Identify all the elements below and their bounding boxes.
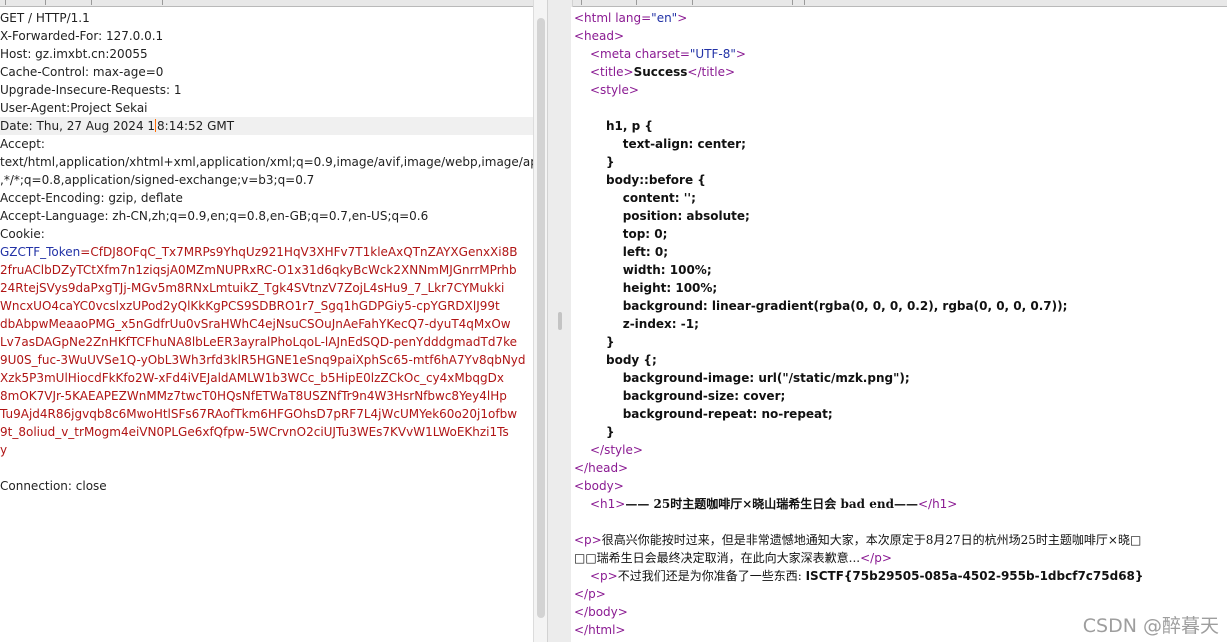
response-tab[interactable]	[581, 0, 637, 5]
cookie-value-line: 24RtejSVys9daPxgTJj-MGv5m8RNxLmtuikZ_Tgk…	[0, 281, 505, 295]
code-line: <body>	[574, 479, 624, 493]
css-line: body::before {	[606, 173, 706, 187]
code-line: </head>	[574, 461, 629, 475]
date-header-line: Date: Thu, 27 Aug 2024 1 8:14:52 GMT	[0, 117, 533, 135]
pane-splitter[interactable]	[547, 0, 573, 642]
code-line: □□瑞希生日会最终决定取消，在此向大家深表歉意...</p>	[574, 551, 892, 565]
cookie-value-line: dbAbpwMeaaoPMG_x5nGdfrUu0vSraHWhC4ejNsuC…	[0, 317, 511, 331]
request-tab[interactable]	[91, 0, 163, 5]
request-line: GET / HTTP/1.1	[0, 11, 90, 25]
cookie-value-line: Lv7asDAGpNe2ZnHKfTCFhuNA8lbLeER3ayralPho…	[0, 335, 517, 349]
paragraph-text: 很高兴你能按时过来，但是非常遗憾地通知大家，本次原定于8月27日的杭州场25时主…	[601, 533, 1142, 547]
accept-value-line: text/html,application/xhtml+xml,applicat…	[0, 155, 533, 169]
accept-language-line: Accept-Language: zh-CN,zh;q=0.9,en;q=0.8…	[0, 209, 429, 223]
header-line: Cache-Control: max-age=0	[0, 65, 164, 79]
code-line: </html>	[574, 623, 626, 637]
request-tab[interactable]	[5, 0, 46, 5]
cookie-value-line: 9t_8oliud_v_trMogm4eiVN0PLGe6xfQfpw-5WCr…	[0, 425, 509, 439]
css-line: }	[606, 425, 615, 439]
splitter-grip-icon[interactable]	[558, 312, 562, 330]
css-line: background: linear-gradient(rgba(0, 0, 0…	[606, 299, 1068, 313]
connection-line: Connection: close	[0, 479, 107, 493]
css-line: }	[606, 155, 615, 169]
flag-text: ISCTF{75b29505-085a-4502-955b-1dbcf7c75d…	[805, 569, 1144, 583]
scrollbar-thumb[interactable]	[537, 18, 545, 618]
css-line: background-image: url("/static/mzk.png")…	[606, 371, 910, 385]
request-editor[interactable]: GET / HTTP/1.1 X-Forwarded-For: 127.0.0.…	[0, 7, 533, 642]
date-text-before: Date: Thu, 27 Aug 2024 1	[0, 119, 156, 133]
code-line: <title>Success</title>	[590, 65, 736, 79]
paragraph-text: 不过我们还是为你准备了一些东西:	[617, 569, 806, 583]
code-line: </body>	[574, 605, 628, 619]
cookie-label: Cookie:	[0, 227, 45, 241]
cookie-value-line: WncxUO4caYC0vcslxzUPod2yQlKkKgPCS9SDBRO1…	[0, 299, 500, 313]
cookie-name: GZCTF_Token	[0, 245, 81, 259]
css-line: position: absolute;	[606, 209, 750, 223]
cookie-token-line: GZCTF_Token=CfDJ8OFqC_Tx7MRPs9YhqUz921Hq…	[0, 243, 517, 261]
accept-value-line: ,*/*;q=0.8,application/signed-exchange;v…	[0, 173, 315, 187]
cookie-value-line: 8mOK7VJr-5KAEAPEZWnMMz7twcT0HQsNfETWaT8U…	[0, 389, 507, 403]
h1-text: —— 25时主题咖啡厅×晓山瑞希生日会 bad end——	[625, 497, 918, 511]
response-viewer[interactable]: <html lang="en"> <head> <meta charset="U…	[571, 7, 1227, 642]
header-line: Host: gz.imxbt.cn:20055	[0, 47, 148, 61]
code-line: <html lang="en">	[574, 11, 688, 25]
css-line: height: 100%;	[606, 281, 718, 295]
cookie-value-line: Tu9Ajd4R86jgvqb8c6MwoHtlSFs67RAofTkm6HFG…	[0, 407, 518, 421]
css-line: h1, p {	[606, 119, 653, 133]
csdn-watermark: CSDN @醉暮天	[1082, 615, 1219, 637]
css-line: z-index: -1;	[606, 317, 699, 331]
text-caret	[155, 119, 157, 132]
code-line: </style>	[590, 443, 643, 457]
css-line: width: 100%;	[606, 263, 712, 277]
response-tab[interactable]	[636, 0, 693, 5]
header-line: User-Agent:Project Sekai	[0, 101, 148, 115]
css-line: body {;	[606, 353, 657, 367]
css-line: }	[606, 335, 615, 349]
code-line: <p>不过我们还是为你准备了一些东西: ISCTF{75b29505-085a-…	[590, 569, 1144, 583]
code-line: <head>	[574, 29, 625, 43]
code-line: </p>	[574, 587, 606, 601]
accept-label: Accept:	[0, 137, 45, 151]
code-line: <meta charset="UTF-8">	[590, 47, 746, 61]
paragraph-text: □□瑞希生日会最终决定取消，在此向大家深表歉意...	[574, 551, 861, 565]
header-line: Upgrade-Insecure-Requests: 1	[0, 83, 182, 97]
cookie-value-line: 2fruAClbDZyTCtXfm7n1ziqsjA0MZmNUPRxRC-O1…	[0, 263, 517, 277]
response-tab[interactable]	[792, 0, 805, 5]
response-tab-strip	[571, 0, 1227, 7]
code-line: <style>	[590, 83, 639, 97]
css-line: background-repeat: no-repeat;	[606, 407, 833, 421]
cookie-value-line: y	[0, 443, 8, 457]
request-scrollbar[interactable]	[533, 0, 548, 642]
date-text-after: 8:14:52 GMT	[157, 119, 235, 133]
cookie-value-line: Xzk5P3mUlHiocdFkKfo2W-xFd4iVEJaldAMLW1b3…	[0, 371, 504, 385]
css-line: text-align: center;	[606, 137, 746, 151]
request-tab[interactable]	[45, 0, 92, 5]
css-line: content: '';	[606, 191, 696, 205]
css-line: background-size: cover;	[606, 389, 786, 403]
css-line: left: 0;	[606, 245, 669, 259]
cookie-equals: =	[80, 245, 91, 259]
response-tab[interactable]	[692, 0, 793, 5]
header-line: X-Forwarded-For: 127.0.0.1	[0, 29, 164, 43]
css-line: top: 0;	[606, 227, 668, 241]
cookie-value: CfDJ8OFqC_Tx7MRPs9YhqUz921HqV3XHFv7T1kle…	[90, 245, 518, 259]
cookie-value-line: 9U0S_fuc-3WuUVSe1Q-yObL3Wh3rfd3klR5HGNE1…	[0, 353, 526, 367]
code-line: <p>很高兴你能按时过来，但是非常遗憾地通知大家，本次原定于8月27日的杭州场2…	[574, 533, 1142, 547]
code-line: <h1>—— 25时主题咖啡厅×晓山瑞希生日会 bad end——</h1>	[590, 497, 958, 511]
accept-encoding-line: Accept-Encoding: gzip, deflate	[0, 191, 183, 205]
request-tab-strip	[0, 0, 533, 7]
